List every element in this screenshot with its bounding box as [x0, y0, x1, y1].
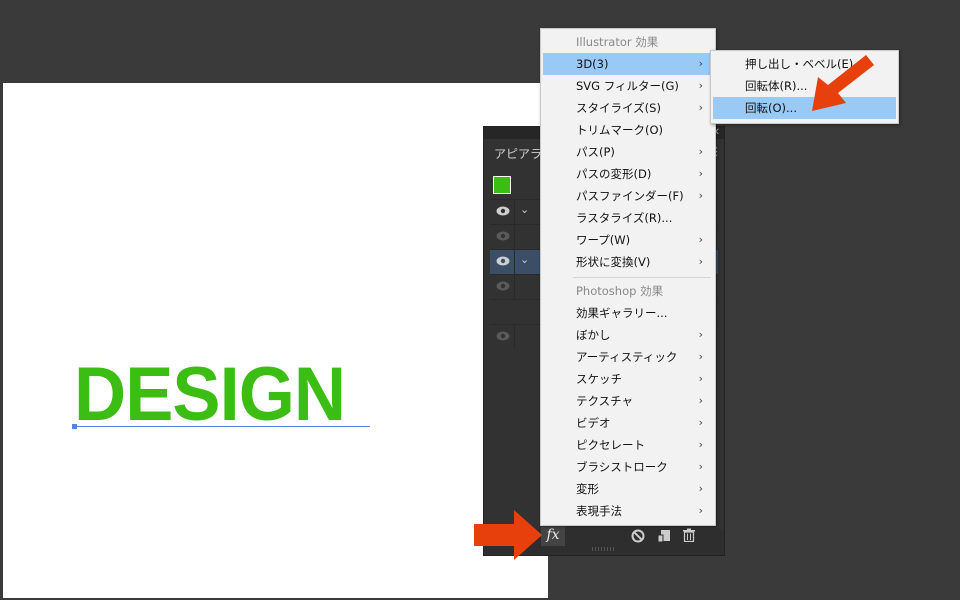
- menu-item-video[interactable]: ビデオ ›: [543, 412, 713, 434]
- duplicate-item-icon[interactable]: [657, 529, 671, 543]
- menu-item-3d[interactable]: 3D(3) ›: [543, 53, 713, 75]
- design-text-object[interactable]: DESIGN: [74, 355, 346, 435]
- menu-item-blur[interactable]: ぼかし ›: [543, 324, 713, 346]
- text-baseline-path: [74, 426, 370, 427]
- chevron-down-icon[interactable]: ⌄: [520, 253, 529, 266]
- menu-section-header: Illustrator 効果: [576, 35, 659, 49]
- menu-item-rasterize[interactable]: ラスタライズ(R)...: [543, 207, 713, 229]
- menu-item-pathfinder[interactable]: パスファインダー(F) ›: [543, 185, 713, 207]
- chevron-right-icon: ›: [698, 350, 703, 363]
- chevron-right-icon: ›: [698, 167, 703, 180]
- menu-item-distort-transform[interactable]: パスの変形(D) ›: [543, 163, 713, 185]
- chevron-right-icon: ›: [698, 482, 703, 495]
- artboard: [3, 83, 548, 598]
- chevron-right-icon: ›: [698, 145, 703, 158]
- add-new-effect-button[interactable]: fx: [541, 524, 565, 546]
- chevron-down-icon[interactable]: ⌄: [520, 203, 529, 216]
- callout-arrow-icon: [474, 510, 542, 560]
- chevron-right-icon: ›: [698, 438, 703, 451]
- chevron-right-icon: ›: [698, 372, 703, 385]
- menu-item-trim-marks[interactable]: トリムマーク(O): [543, 119, 713, 141]
- chevron-right-icon: ›: [698, 460, 703, 473]
- menu-item-brush-strokes[interactable]: ブラシストローク ›: [543, 456, 713, 478]
- eye-icon[interactable]: [496, 256, 510, 266]
- chevron-right-icon: ›: [698, 255, 703, 268]
- chevron-right-icon: ›: [698, 233, 703, 246]
- menu-item-artistic[interactable]: アーティスティック ›: [543, 346, 713, 368]
- menu-item-texture[interactable]: テクスチャ ›: [543, 390, 713, 412]
- menu-item-path[interactable]: パス(P) ›: [543, 141, 713, 163]
- menu-item-svg-filter[interactable]: SVG フィルター(G) ›: [543, 75, 713, 97]
- chevron-right-icon: ›: [698, 394, 703, 407]
- menu-item-stylize[interactable]: スタイライズ(S) ›: [543, 97, 713, 119]
- menu-item-distort[interactable]: 変形 ›: [543, 478, 713, 500]
- chevron-right-icon: ›: [698, 57, 703, 70]
- menu-item-warp[interactable]: ワープ(W) ›: [543, 229, 713, 251]
- fill-swatch[interactable]: [493, 176, 511, 194]
- eye-icon[interactable]: [496, 206, 510, 216]
- clear-appearance-icon[interactable]: [631, 529, 645, 543]
- menu-item-effect-gallery[interactable]: 効果ギャラリー...: [543, 302, 713, 324]
- resize-grip[interactable]: [592, 547, 616, 551]
- menu-separator: [573, 277, 711, 278]
- chevron-right-icon: ›: [698, 416, 703, 429]
- menu-item-sketch[interactable]: スケッチ ›: [543, 368, 713, 390]
- chevron-right-icon: ›: [698, 504, 703, 517]
- delete-item-icon[interactable]: [682, 528, 696, 542]
- menu-section-header: Photoshop 効果: [576, 284, 664, 298]
- text-anchor-point[interactable]: [72, 424, 77, 429]
- eye-icon[interactable]: [496, 231, 510, 241]
- effect-menu: Illustrator 効果 3D(3) › SVG フィルター(G) › スタイラ…: [540, 28, 716, 526]
- menu-item-stylize-ps[interactable]: 表現手法 ›: [543, 500, 713, 522]
- eye-icon[interactable]: [496, 281, 510, 291]
- chevron-right-icon: ›: [698, 79, 703, 92]
- chevron-right-icon: ›: [698, 189, 703, 202]
- chevron-right-icon: ›: [698, 328, 703, 341]
- eye-icon[interactable]: [496, 331, 510, 341]
- menu-item-convert-to-shape[interactable]: 形状に変換(V) ›: [543, 251, 713, 273]
- menu-item-pixelate[interactable]: ピクセレート ›: [543, 434, 713, 456]
- callout-arrow-icon: [812, 55, 874, 111]
- chevron-right-icon: ›: [698, 101, 703, 114]
